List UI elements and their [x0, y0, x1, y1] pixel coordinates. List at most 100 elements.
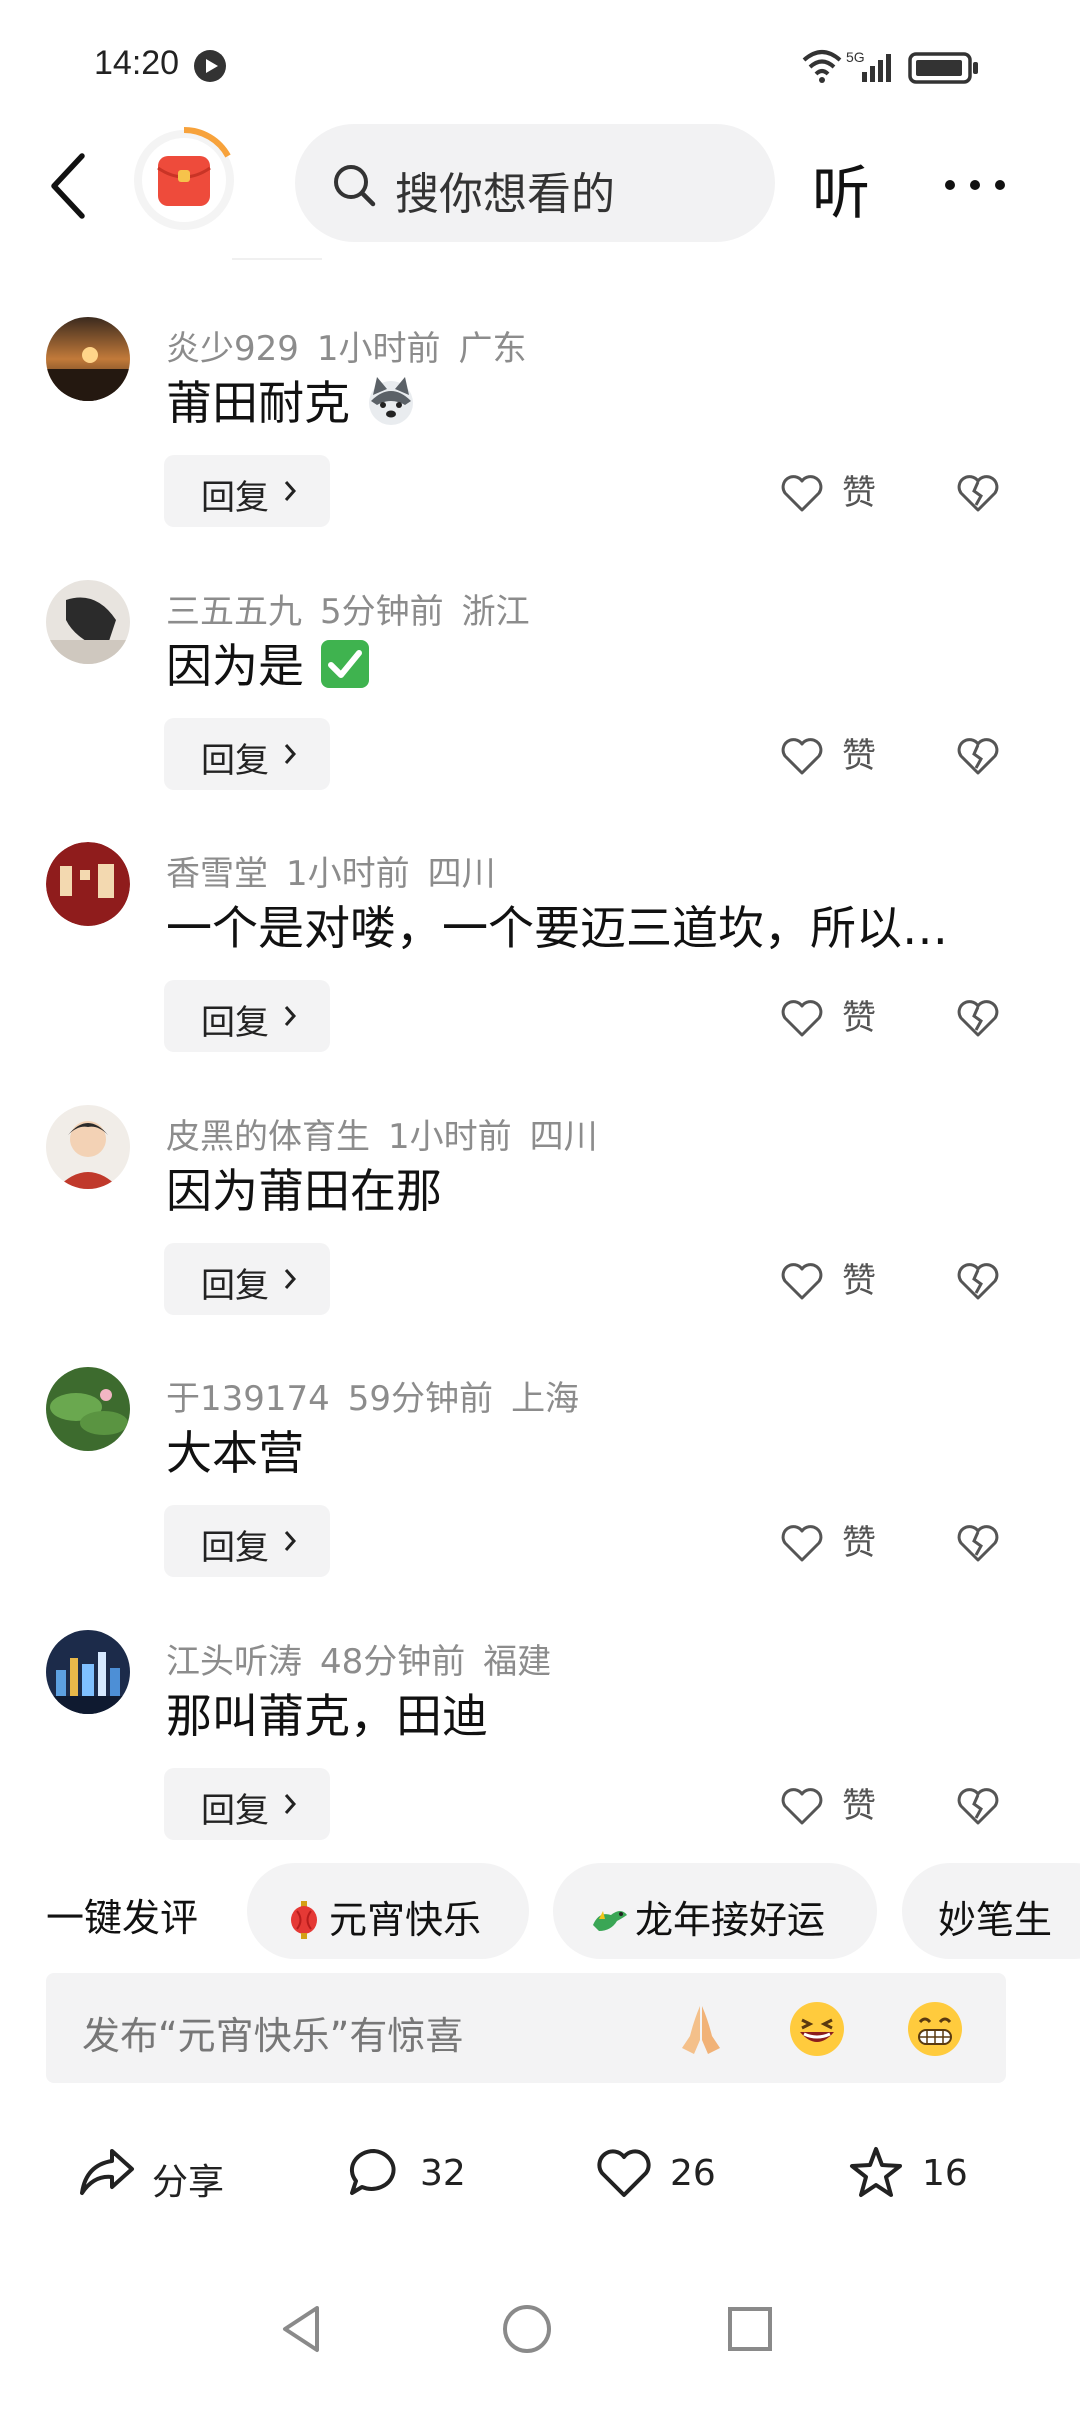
reply-label: 回复 [201, 1003, 269, 1043]
dislike-broken-heart-icon[interactable] [956, 473, 1000, 513]
comment-username[interactable]: 江头听涛 [166, 1642, 302, 1682]
comment-count: 32 [420, 2153, 466, 2194]
comment-location: 福建 [483, 1642, 552, 1682]
like-label[interactable]: 赞 [842, 1253, 876, 1302]
reply-button[interactable]: 回复 [164, 1768, 330, 1840]
dislike-broken-heart-icon[interactable] [956, 1786, 1000, 1826]
comment-text-body: 莆田耐克 [166, 376, 350, 430]
comment-username[interactable]: 炎少929 [166, 329, 299, 369]
nav-back-triangle-icon[interactable] [275, 2302, 329, 2356]
like-heart-icon[interactable] [780, 736, 824, 776]
avatar[interactable] [46, 1367, 130, 1451]
search-icon [334, 165, 376, 207]
like-count-button[interactable]: 26 [596, 2145, 746, 2201]
nav-home-circle-icon[interactable] [500, 2302, 554, 2356]
like-heart-icon[interactable] [780, 998, 824, 1038]
status-time: 14:20 [94, 44, 180, 82]
reply-button[interactable]: 回复 [164, 455, 330, 527]
back-arrow-icon [51, 153, 85, 219]
reply-button[interactable]: 回复 [164, 1505, 330, 1577]
comment-text: 因为莆田在那 [166, 1164, 442, 1218]
comment-text: 一个是对喽，一个要迈三道坎，所以… [166, 901, 948, 955]
laughing-emoji-icon[interactable] [788, 2000, 846, 2058]
dragon-icon [593, 1911, 627, 1931]
quick-comment-chip[interactable]: 龙年接好运 [553, 1863, 877, 1959]
bottom-action-bar: 分享 32 26 16 [0, 2115, 1080, 2225]
like-heart-icon[interactable] [780, 1786, 824, 1826]
star-icon [850, 2147, 902, 2197]
comment-location: 广东 [458, 329, 527, 369]
comment-item: 皮黑的体育生 1小时前 四川 因为莆田在那 回复 赞 [0, 1105, 1080, 1370]
comment-meta: 江头听涛 48分钟前 福建 [166, 1634, 569, 1683]
red-packet-logo-button[interactable] [130, 126, 238, 234]
share-button[interactable]: 分享 [78, 2145, 248, 2203]
reply-button[interactable]: 回复 [164, 1243, 330, 1315]
like-heart-icon[interactable] [780, 473, 824, 513]
dislike-broken-heart-icon[interactable] [956, 1523, 1000, 1563]
comment-location: 四川 [529, 1117, 598, 1157]
nav-recents-square-icon[interactable] [723, 2302, 777, 2356]
wifi-signal-battery-icons: 5G [802, 49, 978, 84]
comment-username[interactable]: 香雪堂 [166, 854, 268, 894]
chevron-right-icon [284, 1531, 297, 1551]
comment-username[interactable]: 于139174 [166, 1379, 330, 1419]
comment-item: 香雪堂 1小时前 四川 一个是对喽，一个要迈三道坎，所以… 回复 赞 [0, 842, 1080, 1107]
quick-comment-chip[interactable]: 妙笔生 [902, 1863, 1080, 1959]
chevron-right-icon [284, 1006, 297, 1026]
avatar[interactable] [46, 1630, 130, 1714]
dislike-broken-heart-icon[interactable] [956, 998, 1000, 1038]
comment-item: 炎少929 1小时前 广东 莆田耐克 回复 赞 [0, 317, 1080, 582]
comment-location: 上海 [511, 1379, 580, 1419]
comment-text-body: 因为是 [166, 639, 304, 693]
grinning-emoji-icon[interactable] [906, 2000, 964, 2058]
avatar[interactable] [46, 317, 130, 401]
favorite-count: 16 [922, 2153, 968, 2194]
back-button[interactable] [40, 146, 100, 226]
like-heart-icon[interactable] [780, 1523, 824, 1563]
quick-comment-bar: 一键发评 元宵快乐 龙年接好运 妙笔生 [0, 1863, 1080, 1959]
husky-emoji-icon [368, 377, 413, 425]
comment-time: 48分钟前 [320, 1642, 466, 1682]
quick-comment-title: 一键发评 [46, 1896, 199, 1940]
share-icon [80, 2149, 134, 2195]
comment-username[interactable]: 皮黑的体育生 [166, 1117, 370, 1157]
avatar[interactable] [46, 580, 130, 664]
avatar[interactable] [46, 842, 130, 926]
quick-comment-chip[interactable]: 元宵快乐 [247, 1863, 529, 1959]
listen-button[interactable]: 听 [812, 146, 870, 230]
like-label[interactable]: 赞 [842, 990, 876, 1039]
status-bar: 14:20 5G [0, 0, 1080, 120]
comment-input[interactable]: 发布“元宵快乐”有惊喜 [46, 1973, 1006, 2083]
header-divider [232, 258, 322, 260]
like-label[interactable]: 赞 [842, 728, 876, 777]
like-label[interactable]: 赞 [842, 1515, 876, 1564]
top-header: 搜你想看的 听 [0, 120, 1080, 250]
comment-count-button[interactable]: 32 [346, 2145, 496, 2201]
chip-label: 元宵快乐 [329, 1898, 482, 1942]
status-icons: 5G [800, 46, 990, 86]
heart-icon [597, 2149, 651, 2197]
praying-hands-emoji-icon[interactable] [672, 2000, 730, 2058]
comment-meta: 三五五九 5分钟前 浙江 [166, 584, 548, 633]
avatar[interactable] [46, 1105, 130, 1189]
chevron-right-icon [284, 1269, 297, 1289]
more-options-button[interactable] [940, 170, 1010, 200]
reply-button[interactable]: 回复 [164, 980, 330, 1052]
dislike-broken-heart-icon[interactable] [956, 1261, 1000, 1301]
more-dots-icon [945, 180, 1005, 190]
like-heart-icon[interactable] [780, 1261, 824, 1301]
chevron-right-icon [284, 1794, 297, 1814]
reply-label: 回复 [201, 1528, 269, 1568]
favorite-count-button[interactable]: 16 [848, 2145, 998, 2201]
chevron-right-icon [284, 744, 297, 764]
comment-username[interactable]: 三五五九 [166, 592, 302, 632]
search-input[interactable]: 搜你想看的 [295, 124, 775, 242]
comment-item: 江头听涛 48分钟前 福建 那叫莆克，田迪 回复 赞 [0, 1630, 1080, 1895]
like-label[interactable]: 赞 [842, 1778, 876, 1827]
comment-time: 1小时前 [286, 854, 410, 894]
chevron-right-icon [284, 481, 297, 501]
dislike-broken-heart-icon[interactable] [956, 736, 1000, 776]
like-label[interactable]: 赞 [842, 465, 876, 514]
reply-button[interactable]: 回复 [164, 718, 330, 790]
comment-input-placeholder: 发布“元宵快乐”有惊喜 [82, 2014, 464, 2058]
